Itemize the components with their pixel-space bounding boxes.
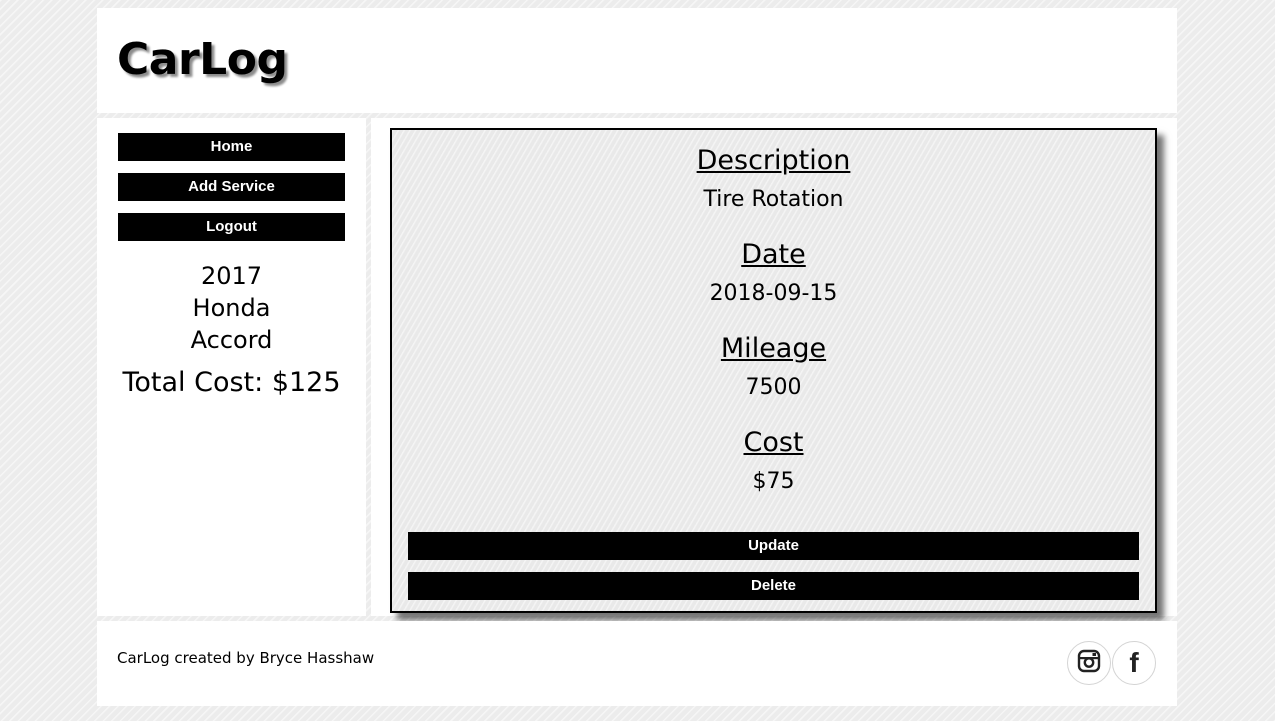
facebook-icon: f <box>1129 647 1139 678</box>
car-make: Honda <box>192 294 271 322</box>
facebook-link[interactable]: f <box>1112 641 1156 685</box>
total-cost: Total Cost: $125 <box>122 367 341 398</box>
service-card: Description Tire Rotation Date 2018-09-1… <box>390 128 1157 613</box>
cost-value: $75 <box>752 469 795 494</box>
car-model: Accord <box>190 326 273 354</box>
instagram-icon <box>1077 649 1101 677</box>
home-button[interactable]: Home <box>118 133 345 161</box>
description-label: Description <box>696 145 851 176</box>
instagram-link[interactable] <box>1067 641 1111 685</box>
delete-button[interactable]: Delete <box>408 572 1139 600</box>
cost-label: Cost <box>743 427 804 458</box>
description-value: Tire Rotation <box>703 187 844 212</box>
mileage-value: 7500 <box>745 375 802 400</box>
main-content: Description Tire Rotation Date 2018-09-1… <box>371 118 1177 616</box>
add-service-button[interactable]: Add Service <box>118 173 345 201</box>
mileage-label: Mileage <box>720 333 827 364</box>
logout-button[interactable]: Logout <box>118 213 345 241</box>
date-label: Date <box>741 239 806 270</box>
car-info: 2017 Honda Accord <box>97 260 366 356</box>
header: CarLog <box>97 8 1177 113</box>
logo[interactable]: CarLog <box>117 34 288 86</box>
car-year: 2017 <box>200 262 263 290</box>
sidebar: Home Add Service Logout 2017 Honda Accor… <box>97 118 366 616</box>
footer-credit: CarLog created by Bryce Hasshaw <box>117 649 375 667</box>
footer: CarLog created by Bryce Hasshaw f <box>97 621 1177 706</box>
update-button[interactable]: Update <box>408 532 1139 560</box>
date-value: 2018-09-15 <box>709 281 838 306</box>
